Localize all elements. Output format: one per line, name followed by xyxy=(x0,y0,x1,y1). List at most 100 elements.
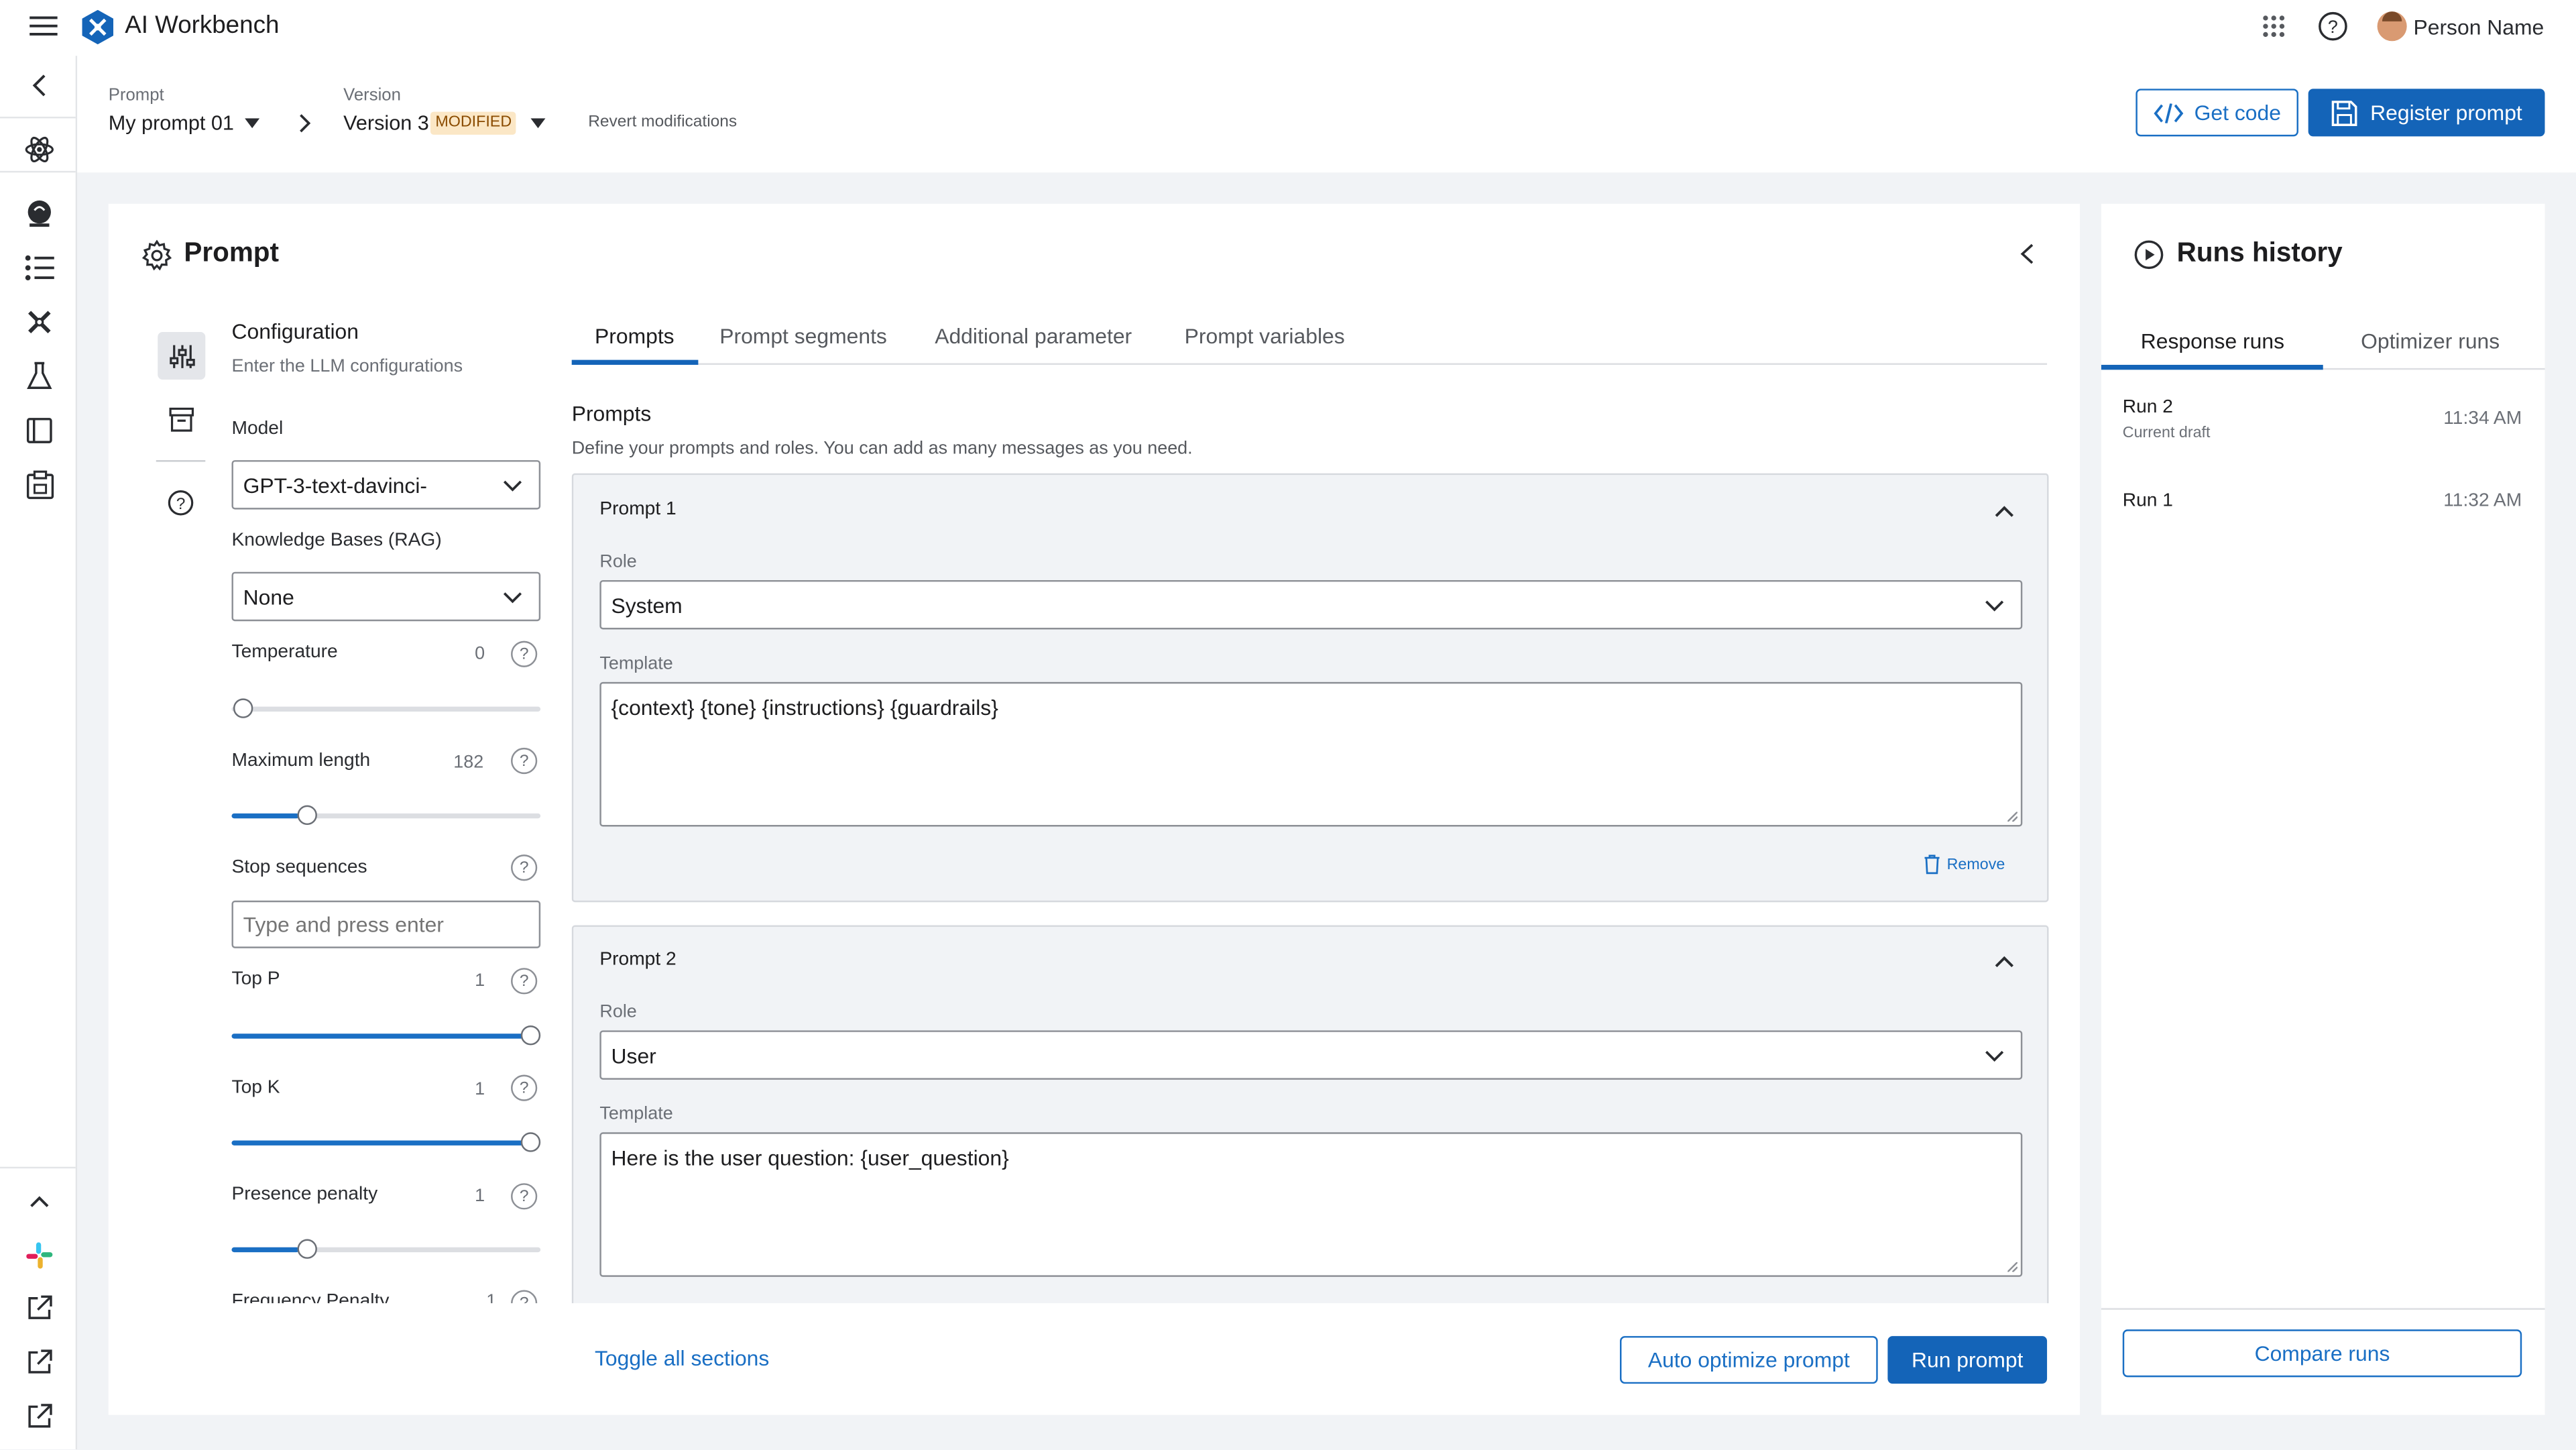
trash-icon xyxy=(1924,854,1940,875)
prompt-card-title: Prompt 2 xyxy=(599,950,677,970)
role-value: System xyxy=(611,592,683,618)
external-link-icon[interactable] xyxy=(19,1397,59,1437)
help-icon[interactable]: ? xyxy=(511,1290,538,1304)
collapse-nav-icon[interactable] xyxy=(19,66,59,105)
version-label: Version xyxy=(343,85,401,105)
tabs-divider xyxy=(571,363,2048,365)
app-logo-icon xyxy=(82,9,114,45)
run-time: 11:34 AM xyxy=(2443,409,2522,429)
chevron-down-icon xyxy=(1985,600,2004,612)
left-nav xyxy=(0,56,78,1450)
top-k-value: 1 xyxy=(475,1079,485,1100)
caret-down-icon[interactable] xyxy=(245,118,260,129)
gear-icon xyxy=(141,239,173,272)
max-length-slider[interactable] xyxy=(296,805,316,826)
atom-icon[interactable] xyxy=(19,130,59,170)
run-list-item[interactable]: Run 1 11:32 AM xyxy=(2101,477,2545,533)
help-icon[interactable]: ? xyxy=(511,1183,538,1210)
role-value: User xyxy=(611,1042,656,1068)
tab-prompt-segments[interactable]: Prompt segments xyxy=(719,324,887,349)
chevron-right-icon xyxy=(299,113,311,133)
top-k-slider[interactable] xyxy=(520,1132,541,1152)
user-name[interactable]: Person Name xyxy=(2413,15,2544,40)
temperature-slider[interactable] xyxy=(233,698,253,718)
external-link-icon[interactable] xyxy=(19,1288,59,1328)
help-icon[interactable]: ? xyxy=(2318,11,2347,41)
clipboard-icon[interactable] xyxy=(19,465,59,504)
stop-sequences-input[interactable] xyxy=(231,900,541,948)
template-textarea[interactable]: Here is the user question: {user_questio… xyxy=(599,1132,2023,1277)
top-k-label: Top K xyxy=(231,1078,280,1098)
archive-icon[interactable] xyxy=(169,407,194,433)
compare-runs-button[interactable]: Compare runs xyxy=(2122,1329,2522,1378)
divider xyxy=(0,170,76,173)
run-sub: Current draft xyxy=(2122,424,2211,443)
auto-optimize-prompt-button[interactable]: Auto optimize prompt xyxy=(1619,1336,1878,1384)
prompts-description: Define your prompts and roles. You can a… xyxy=(571,439,1193,459)
remove-button[interactable]: Remove xyxy=(1924,854,2005,875)
help-icon[interactable]: ? xyxy=(511,747,538,775)
resize-handle-icon[interactable] xyxy=(2007,1262,2017,1272)
kb-select[interactable]: None xyxy=(231,571,541,622)
panel-title: Prompt xyxy=(184,238,279,268)
external-link-icon[interactable] xyxy=(19,1343,59,1382)
tab-prompt-variables[interactable]: Prompt variables xyxy=(1185,324,1345,349)
slack-icon[interactable] xyxy=(19,1236,59,1276)
help-icon[interactable]: ? xyxy=(511,968,538,995)
tab-optimizer-runs[interactable]: Optimizer runs xyxy=(2361,329,2500,353)
run-list-item[interactable]: Run 2 Current draft 11:34 AM xyxy=(2101,381,2545,453)
max-length-label: Maximum length xyxy=(231,750,371,771)
caret-down-icon[interactable] xyxy=(530,118,546,129)
chevron-up-icon[interactable] xyxy=(1995,504,2014,518)
toggle-all-sections-link[interactable]: Toggle all sections xyxy=(595,1346,769,1371)
prompt-lab-icon[interactable] xyxy=(19,194,59,233)
book-icon[interactable] xyxy=(19,411,59,451)
config-title: Configuration xyxy=(231,319,359,344)
frequency-penalty-label: Frequency Penalty xyxy=(231,1291,390,1304)
help-icon[interactable]: ? xyxy=(168,490,194,516)
help-icon[interactable]: ? xyxy=(511,640,538,667)
help-icon[interactable]: ? xyxy=(511,854,538,881)
register-prompt-button[interactable]: Register prompt xyxy=(2308,89,2545,137)
model-select[interactable]: GPT-3-text-davinci- xyxy=(231,460,541,510)
avatar[interactable] xyxy=(2377,11,2407,42)
tab-response-runs[interactable]: Response runs xyxy=(2141,329,2284,353)
list-icon[interactable] xyxy=(19,248,59,288)
frequency-penalty-row: Frequency Penalty 1 ? xyxy=(214,1287,559,1304)
collapse-panel-icon[interactable] xyxy=(2019,243,2034,265)
presence-slider[interactable] xyxy=(296,1239,316,1259)
sliders-icon[interactable] xyxy=(158,331,206,380)
chevron-down-icon xyxy=(1985,1050,2004,1062)
chevron-up-icon[interactable] xyxy=(1995,955,2014,968)
presence-penalty-value: 1 xyxy=(475,1186,485,1207)
template-textarea[interactable]: {context} {tone} {instructions} {guardra… xyxy=(599,681,2023,827)
prompt-card-title: Prompt 1 xyxy=(599,499,677,520)
prompt-select[interactable]: My prompt 01 xyxy=(109,112,234,135)
tab-additional-parameter[interactable]: Additional parameter xyxy=(935,324,1132,349)
run-prompt-button[interactable]: Run prompt xyxy=(1887,1336,2048,1384)
get-code-button[interactable]: Get code xyxy=(2135,89,2298,137)
frequency-penalty-value: 1 xyxy=(486,1291,497,1304)
top-p-slider[interactable] xyxy=(520,1025,541,1046)
revert-modifications-link[interactable]: Revert modifications xyxy=(588,113,737,131)
apps-grid-icon[interactable] xyxy=(2262,15,2285,38)
resize-handle-icon[interactable] xyxy=(2007,812,2017,822)
flask-icon[interactable] xyxy=(19,357,59,396)
template-value: {context} {tone} {instructions} {guardra… xyxy=(611,695,998,720)
runs-tab-indicator xyxy=(2101,364,2323,370)
prompts-scroll-area[interactable]: Prompt 1 Role System Template {context} … xyxy=(571,473,2049,1304)
tab-prompts[interactable]: Prompts xyxy=(595,324,675,349)
hamburger-menu-icon[interactable] xyxy=(30,15,58,38)
code-icon xyxy=(2153,103,2183,123)
modified-badge: MODIFIED xyxy=(430,111,517,135)
divider xyxy=(156,460,206,462)
role-select[interactable]: System xyxy=(599,579,2023,630)
version-select[interactable]: Version 3 xyxy=(343,112,429,135)
save-icon xyxy=(2331,99,2357,125)
tools-icon[interactable] xyxy=(19,302,59,342)
help-icon[interactable]: ? xyxy=(511,1074,538,1101)
role-select[interactable]: User xyxy=(599,1030,2023,1080)
chevron-up-icon[interactable] xyxy=(19,1182,59,1221)
top-p-value: 1 xyxy=(475,971,485,991)
chevron-down-icon xyxy=(503,480,522,492)
